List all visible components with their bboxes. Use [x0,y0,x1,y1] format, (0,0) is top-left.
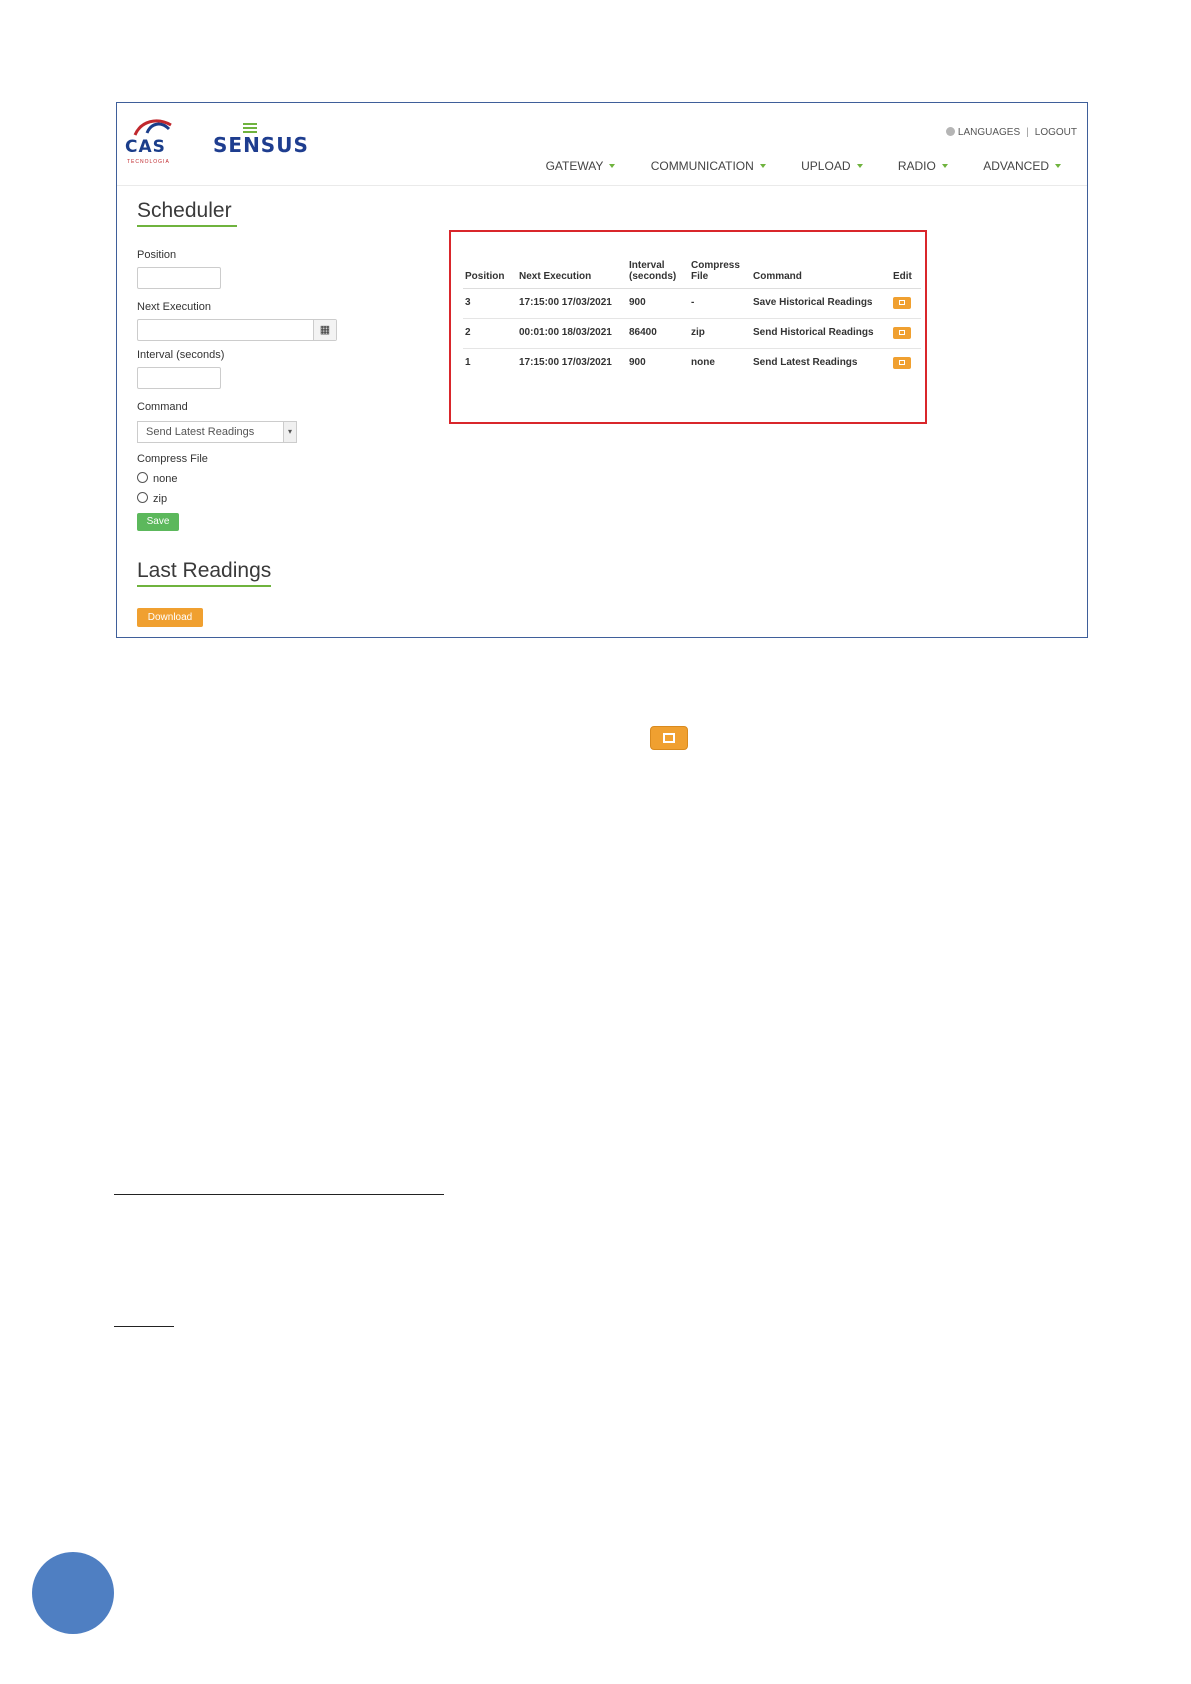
chevron-down-icon: ▾ [283,422,296,442]
short-rule [114,1326,174,1327]
command-select-value: Send Latest Readings [146,426,255,438]
sensus-logo: SENSUS [213,123,313,157]
cell-edit [891,288,921,319]
next-execution-label: Next Execution [137,301,211,313]
col-edit: Edit [891,258,921,289]
col-compress: Compress File [689,258,751,289]
cell-command: Send Historical Readings [751,318,891,349]
cell-compress: - [689,288,751,319]
cell-command: Save Historical Readings [751,288,891,319]
table-header-row: Position Next Execution Interval (second… [463,258,921,289]
col-interval: Interval (seconds) [627,258,689,289]
caret-down-icon [1055,164,1061,168]
col-position: Position [463,258,517,289]
compress-zip-label: zip [153,493,168,505]
last-readings-title: Last Readings [137,559,272,587]
cell-position: 1 [465,357,471,368]
download-button[interactable]: Download [137,608,203,627]
col-command: Command [751,258,891,289]
title-underline [137,585,271,587]
cell-compress: none [691,357,715,368]
sensus-logo-text: SENSUS [213,133,309,157]
edit-icon[interactable] [893,357,911,369]
caret-down-icon [941,164,948,168]
nav-upload-label: UPLOAD [801,159,851,173]
table-row: 2 00:01:00 18/03/2021 86400 zip Send His… [463,318,921,349]
nav-gateway-label: GATEWAY [545,159,604,173]
cas-logo-text: CAS [125,137,166,157]
cas-swoosh-icon [133,119,172,136]
scheduler-title: Scheduler [137,199,237,227]
cell-next-execution: 00:01:00 18/03/2021 [517,318,627,349]
footnote-rule [114,1194,444,1195]
cell-interval: 900 [627,288,689,319]
interval-input[interactable] [137,367,221,389]
caret-down-icon [609,164,616,168]
nav-radio-label: RADIO [897,159,936,173]
compress-zip-radio[interactable]: zip [137,492,167,505]
table-row: 1 17:15:00 17/03/2021 900 none Send Late… [463,349,921,379]
languages-link[interactable]: LANGUAGES [958,127,1020,138]
nav-advanced[interactable]: ADVANCED [983,159,1061,173]
cell-position: 2 [463,318,517,349]
schedule-table: Position Next Execution Interval (second… [463,258,921,378]
cell-next-execution: 17:15:00 17/03/2021 [517,288,627,319]
cell-edit [891,349,921,379]
scheduler-title-text: Scheduler [137,199,232,222]
globe-icon [945,127,955,136]
title-underline [137,225,237,227]
cell-edit [891,318,921,349]
main-nav: GATEWAY COMMUNICATION UPLOAD RADIO ADVAN… [514,159,1061,173]
cell-next-execution: 17:15:00 17/03/2021 [519,357,612,368]
edit-icon [650,726,688,750]
col-next-execution: Next Execution [517,258,627,289]
nav-upload[interactable]: UPLOAD [801,159,863,173]
command-label: Command [137,401,188,413]
nav-communication-label: COMMUNICATION [650,159,754,173]
next-execution-input[interactable]: ▦ [137,319,337,341]
nav-advanced-label: ADVANCED [983,159,1049,173]
compress-file-label: Compress File [137,453,208,465]
nav-gateway[interactable]: GATEWAY [546,159,616,173]
interval-label: Interval (seconds) [137,349,225,361]
nav-communication[interactable]: COMMUNICATION [651,159,766,173]
command-select[interactable]: Send Latest Readings ▾ [137,421,297,443]
save-button[interactable]: Save [137,513,179,531]
compress-none-label: none [153,473,178,485]
cell-command: Send Latest Readings [753,357,858,368]
page-number-circle [32,1552,114,1634]
position-input[interactable] [137,267,221,289]
radio-icon [137,472,148,483]
cell-compress: zip [689,318,751,349]
table-row: 3 17:15:00 17/03/2021 900 - Save Histori… [463,288,921,319]
position-label: Position [137,249,177,261]
cell-position: 3 [463,288,517,319]
app-header: CAS TECNOLOGIA SENSUS LANGUAGES | LOGOUT G… [117,103,1087,186]
nav-radio[interactable]: RADIO [898,159,948,173]
caret-down-icon [759,164,766,168]
screenshot-frame: CAS TECNOLOGIA SENSUS LANGUAGES | LOGOUT G… [116,102,1088,638]
edit-icon[interactable] [893,297,911,309]
last-readings-title-text: Last Readings [137,559,272,582]
calendar-icon[interactable]: ▦ [313,320,336,340]
compress-none-radio[interactable]: none [137,472,177,485]
schedule-table-highlight: Position Next Execution Interval (second… [449,230,927,424]
logout-link[interactable]: LOGOUT [1035,127,1077,138]
cell-interval: 86400 [627,318,689,349]
cas-logo-subtext: TECNOLOGIA [127,159,170,165]
edit-icon[interactable] [893,327,911,339]
caret-down-icon [856,164,863,168]
radio-icon [137,492,148,503]
cell-interval: 900 [629,357,646,368]
top-links: LANGUAGES | LOGOUT [945,127,1077,138]
cas-logo: CAS TECNOLOGIA [125,115,181,165]
